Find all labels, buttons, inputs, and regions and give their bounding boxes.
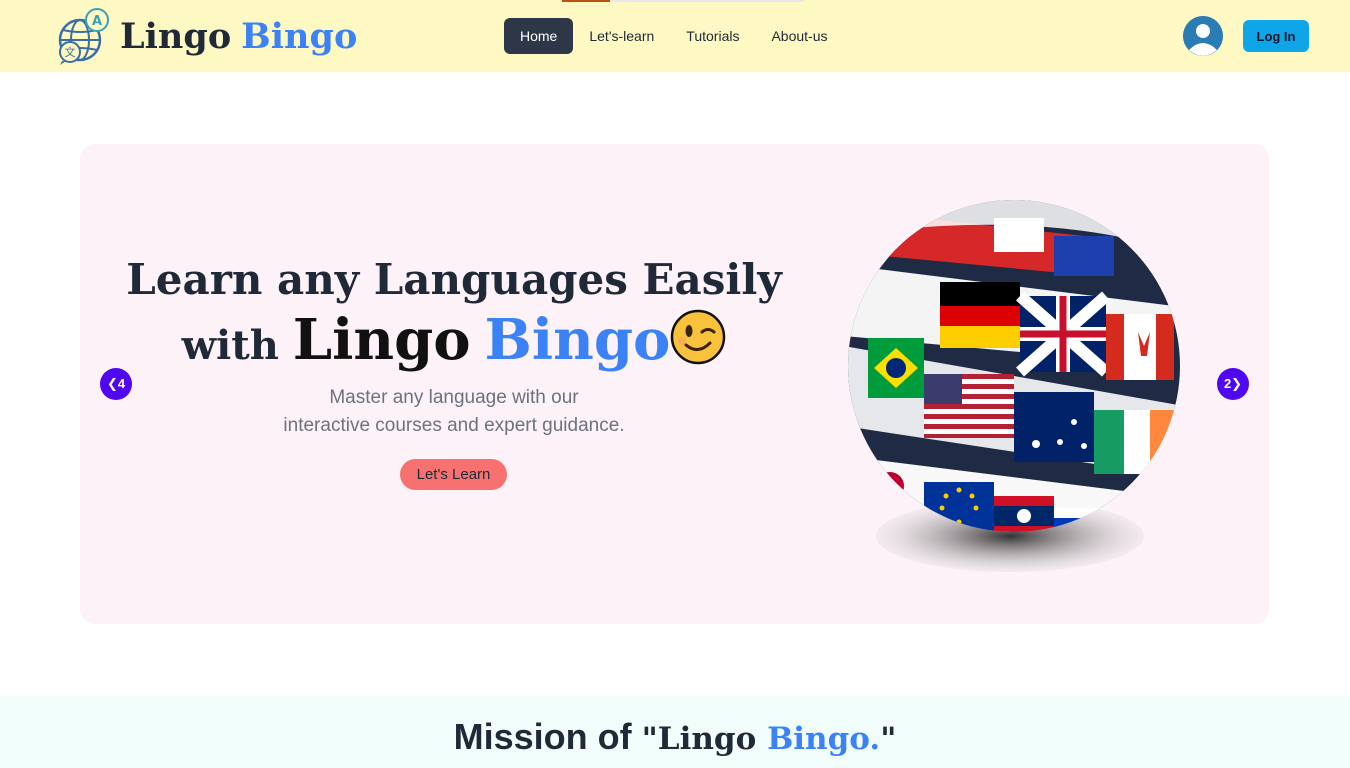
- top-navbar: A 文 Lingo Bingo Home Let's-learn Tutorial…: [0, 0, 1350, 72]
- hero-carousel-slide: Learn any Languages Easily with Lingo Bi…: [80, 144, 1269, 624]
- winking-face-icon: [671, 309, 726, 365]
- hero-title-brand2: Bingo: [484, 307, 671, 373]
- svg-text:A: A: [92, 14, 102, 29]
- flag-globe-image: [848, 200, 1180, 572]
- user-avatar[interactable]: [1183, 16, 1223, 56]
- hero-subtitle-line2: interactive courses and expert guidance.: [283, 415, 625, 436]
- login-button[interactable]: Log In: [1243, 20, 1309, 52]
- hero-title-with: with: [181, 322, 279, 369]
- mission-brand-part1: "Lingo: [641, 721, 757, 757]
- language-globe-icon: A 文: [58, 8, 109, 65]
- mission-title: Mission of "Lingo Bingo.": [0, 716, 1350, 758]
- brand-name-part2: Bingo: [241, 15, 358, 57]
- hero-title-line1: Learn any Languages Easily: [126, 255, 782, 304]
- mission-section: Mission of "Lingo Bingo.": [0, 696, 1350, 768]
- user-avatar-icon: [1183, 16, 1223, 56]
- brand-name-part1: Lingo: [120, 15, 232, 57]
- nav-home[interactable]: Home: [504, 18, 574, 54]
- header-accent-bar: [562, 0, 804, 2]
- main-nav: Home Let's-learn Tutorials About-us: [504, 18, 844, 54]
- mission-brand-part2: Bingo.: [767, 721, 881, 757]
- hero-subtitle: Master any language with our interactive…: [80, 384, 828, 440]
- nav-tutorials[interactable]: Tutorials: [670, 18, 755, 54]
- hero-title-brand1: Lingo: [292, 307, 471, 373]
- brand-name: Lingo Bingo: [120, 16, 357, 57]
- mission-prefix: Mission of: [453, 716, 632, 757]
- mission-quote-close: ": [880, 721, 897, 757]
- brand-logo[interactable]: A 文 Lingo Bingo: [56, 6, 357, 66]
- nav-about-us[interactable]: About-us: [755, 18, 843, 54]
- hero-title-line2: with Lingo Bingo: [80, 304, 828, 382]
- svg-text:文: 文: [65, 45, 76, 59]
- hero-subtitle-line1: Master any language with our: [329, 387, 579, 408]
- nav-lets-learn[interactable]: Let's-learn: [573, 18, 670, 54]
- carousel-prev-button[interactable]: ❮4: [100, 368, 132, 400]
- carousel-next-button[interactable]: 2❯: [1217, 368, 1249, 400]
- mission-brand: "Lingo Bingo.": [642, 721, 897, 757]
- lets-learn-button[interactable]: Let's Learn: [400, 459, 507, 490]
